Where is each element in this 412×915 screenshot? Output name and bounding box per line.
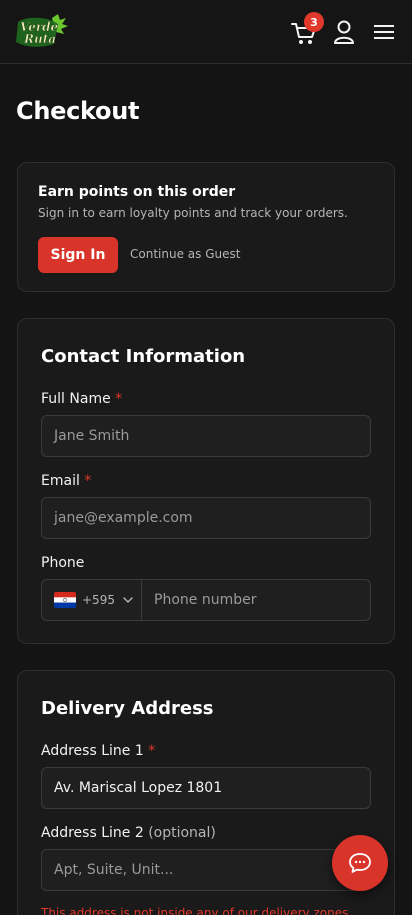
top-navigation-bar: Verde Ruta 3 xyxy=(0,0,412,64)
address-line-2-label: Address Line 2 (optional) xyxy=(41,825,216,841)
address-line-2-label-text: Address Line 2 xyxy=(41,825,144,841)
brand-logo[interactable]: Verde Ruta xyxy=(14,14,68,50)
menu-button[interactable] xyxy=(373,22,395,42)
paraguay-flag-icon xyxy=(54,592,76,608)
user-icon xyxy=(334,20,354,44)
address-line-2-input[interactable]: Apt, Suite, Unit... xyxy=(41,849,371,891)
address-line-1-label: Address Line 1 * xyxy=(41,743,155,759)
account-button[interactable] xyxy=(333,20,355,44)
chat-button[interactable] xyxy=(332,835,388,891)
brand-logo-graphic: Verde Ruta xyxy=(16,14,68,47)
hamburger-menu-icon xyxy=(374,25,394,39)
delivery-section-title: Delivery Address xyxy=(41,698,214,719)
loyalty-title: Earn points on this order xyxy=(38,184,236,200)
required-indicator: * xyxy=(148,743,156,759)
continue-as-guest-link[interactable]: Continue as Guest xyxy=(130,247,240,261)
svg-text:Ruta: Ruta xyxy=(23,32,56,46)
loyalty-subtitle: Sign in to earn loyalty points and track… xyxy=(38,206,348,220)
required-indicator: * xyxy=(84,473,92,489)
email-label-text: Email xyxy=(41,473,80,489)
contact-section-title: Contact Information xyxy=(41,346,246,367)
delivery-zone-error: This address is not inside any of our de… xyxy=(41,906,353,915)
full-name-input[interactable]: Jane Smith xyxy=(41,415,371,457)
cart-count-badge: 3 xyxy=(304,12,324,32)
address-line-1-input[interactable]: Av. Mariscal Lopez 1801 xyxy=(41,767,371,809)
loyalty-card: Earn points on this order Sign in to ear… xyxy=(17,162,395,292)
email-input[interactable]: jane@example.com xyxy=(41,497,371,539)
page-title: Checkout xyxy=(16,97,140,125)
full-name-label: Full Name * xyxy=(41,391,122,407)
phone-label: Phone xyxy=(41,555,85,571)
phone-country-select[interactable]: +595 xyxy=(41,579,142,621)
address-line-1-label-text: Address Line 1 xyxy=(41,743,144,759)
full-name-label-text: Full Name xyxy=(41,391,111,407)
phone-country-code: +595 xyxy=(82,593,115,607)
optional-indicator: (optional) xyxy=(148,825,216,841)
required-indicator: * xyxy=(115,391,123,407)
chevron-down-icon xyxy=(123,597,133,603)
email-label: Email * xyxy=(41,473,91,489)
chat-bubble-icon xyxy=(349,853,371,873)
phone-number-input[interactable]: Phone number xyxy=(141,579,371,621)
contact-information-card: Contact Information Full Name * Jane Smi… xyxy=(17,318,395,644)
sign-in-button[interactable]: Sign In xyxy=(38,237,118,273)
